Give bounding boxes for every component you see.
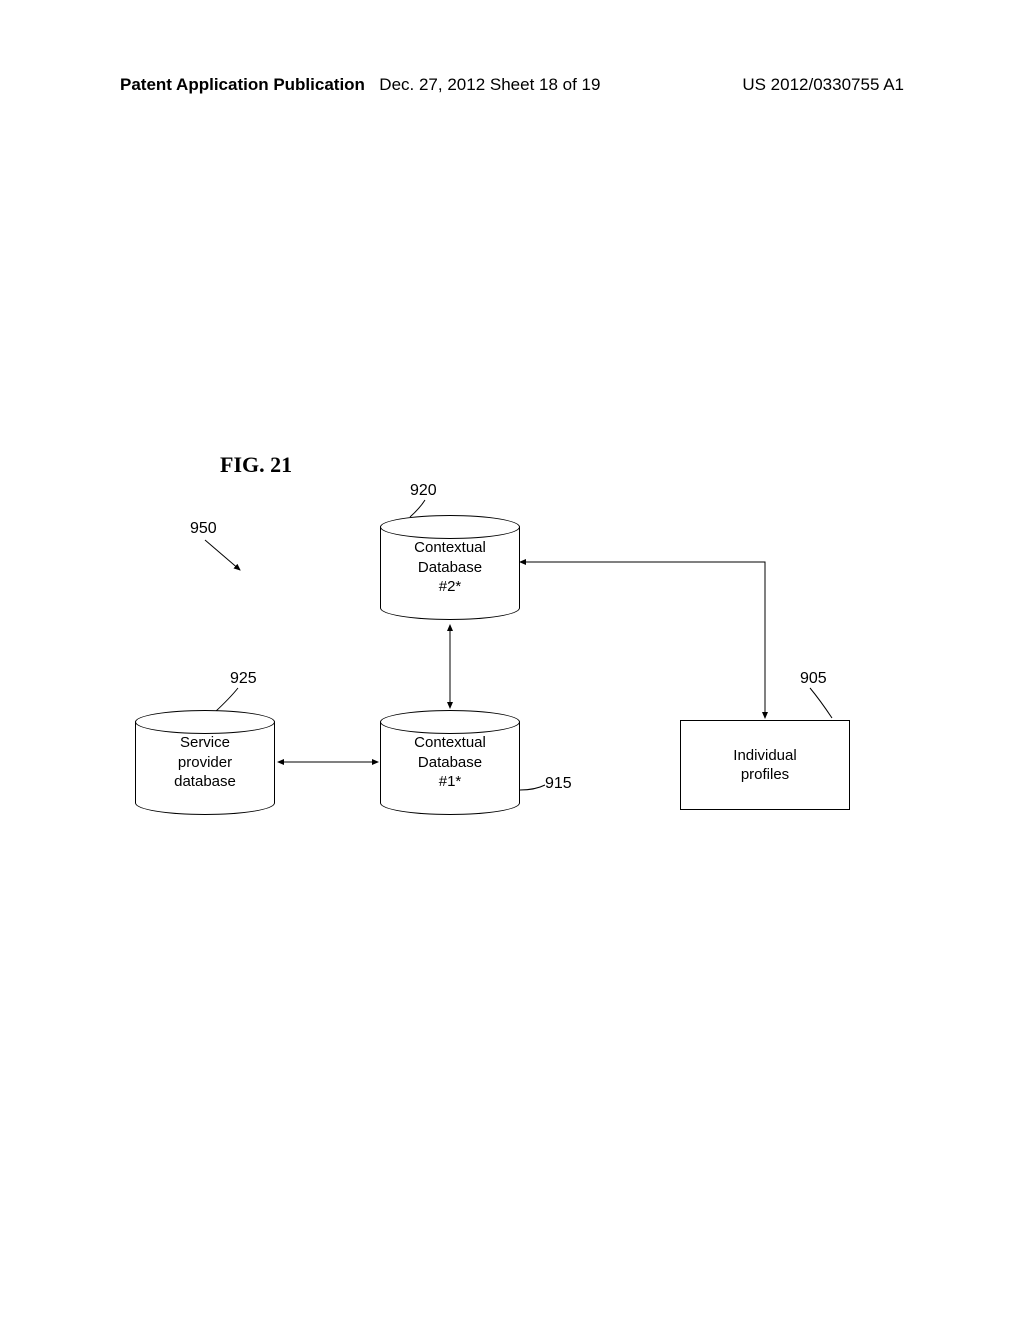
header-publication: Patent Application Publication bbox=[120, 75, 365, 105]
box-905: Individual profiles bbox=[680, 720, 850, 810]
header-sheet: Dec. 27, 2012 Sheet 18 of 19 bbox=[379, 75, 600, 95]
page-header: Patent Application Publication Dec. 27, … bbox=[0, 75, 1024, 105]
ref-915: 915 bbox=[545, 775, 572, 793]
ref-920: 920 bbox=[410, 482, 437, 500]
ref-950: 950 bbox=[190, 520, 217, 538]
box-905-label: Individual profiles bbox=[733, 746, 796, 785]
database-915: Contextual Database #1* bbox=[380, 710, 520, 815]
database-925: Service provider database bbox=[135, 710, 275, 815]
header-patent-number: US 2012/0330755 A1 bbox=[742, 75, 904, 105]
database-920: Contextual Database #2* bbox=[380, 515, 520, 620]
ref-905: 905 bbox=[800, 670, 827, 688]
ref-925: 925 bbox=[230, 670, 257, 688]
diagram: Contextual Database #2* 920 Contextual D… bbox=[0, 470, 1024, 970]
